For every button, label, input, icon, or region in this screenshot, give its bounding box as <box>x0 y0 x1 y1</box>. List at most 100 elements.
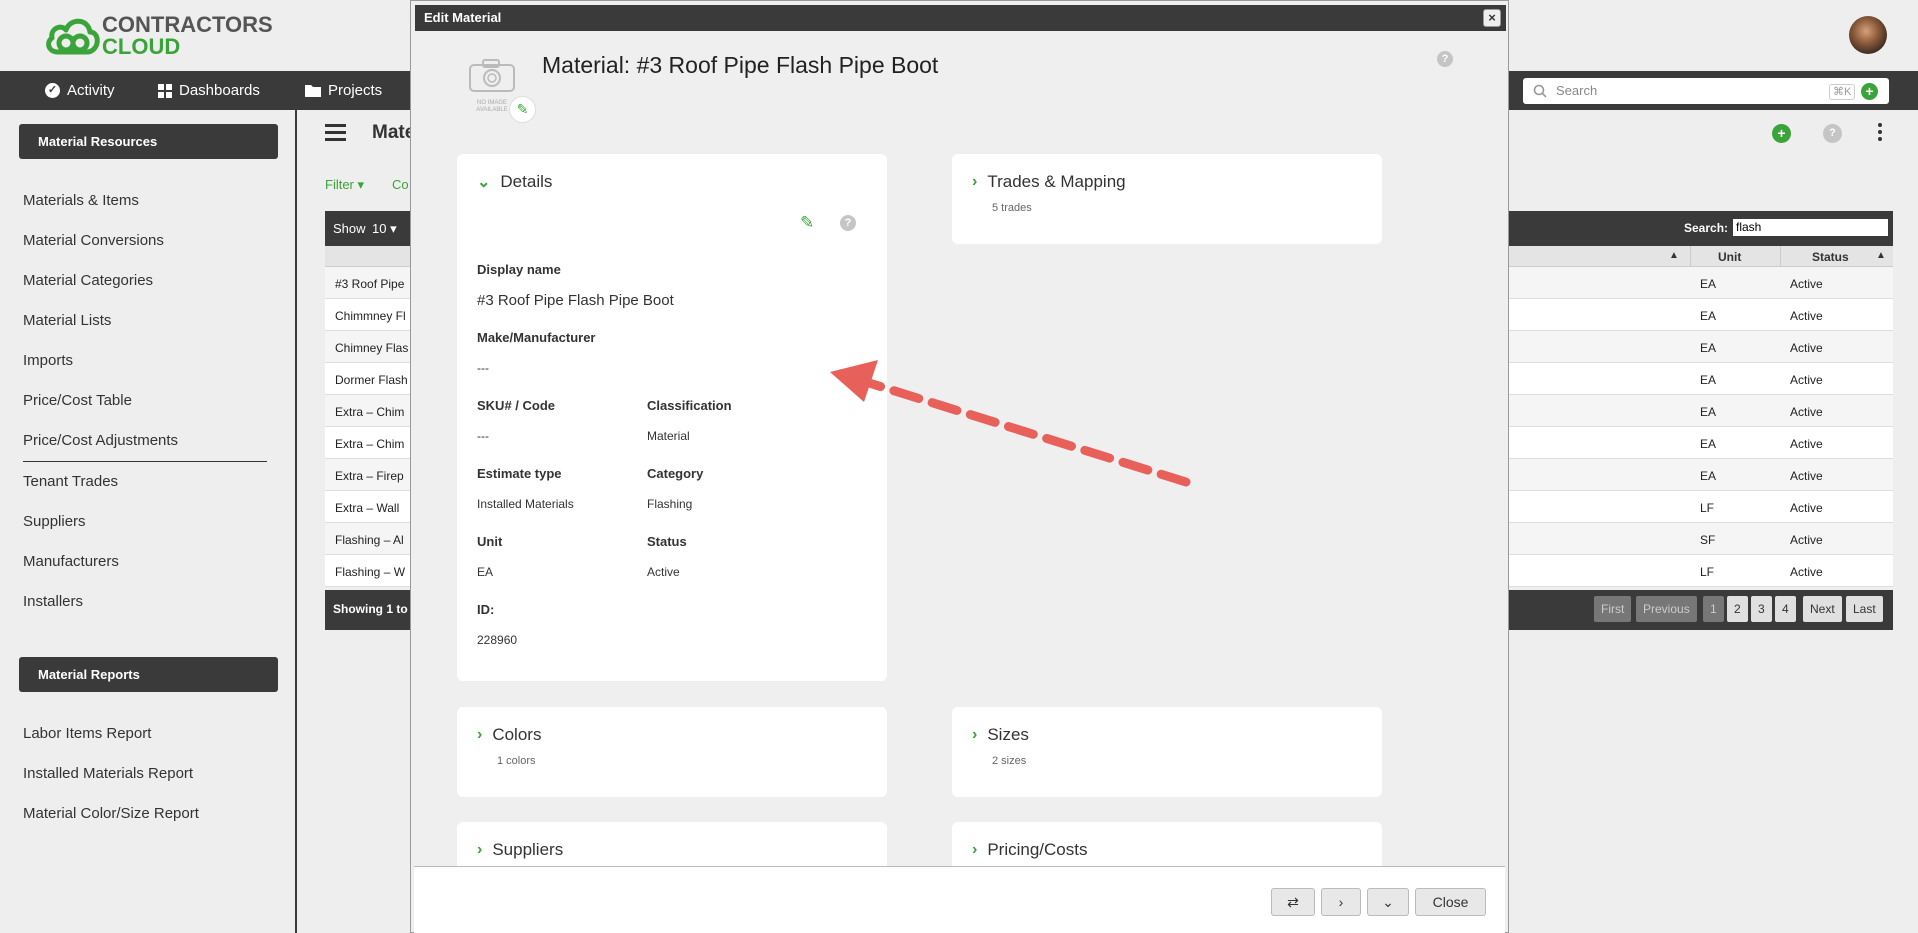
col-unit-header[interactable]: Unit <box>1718 250 1741 264</box>
unit-label: Unit <box>477 534 503 549</box>
colors-header[interactable]: › Colors <box>477 725 541 745</box>
pager-next[interactable]: Next <box>1803 596 1842 622</box>
details-help-icon[interactable]: ? <box>840 215 856 231</box>
row-name: Extra – Chim <box>335 437 405 451</box>
help-icon[interactable]: ? <box>1823 124 1842 143</box>
close-button[interactable]: Close <box>1415 888 1486 916</box>
pager-page-4[interactable]: 4 <box>1775 596 1796 622</box>
row-unit: EA <box>1700 469 1717 483</box>
expand-button[interactable]: ⌄ <box>1367 888 1409 916</box>
chevron-down-icon: ⌄ <box>477 174 491 191</box>
page-size-select[interactable]: 10 ▾ <box>372 221 397 237</box>
pager-page-2[interactable]: 2 <box>1727 596 1748 622</box>
row-name: Extra – Chim <box>335 405 405 419</box>
sidebar-section-material-resources: Material Resources <box>19 124 278 159</box>
colors-card[interactable]: › Colors 1 colors <box>457 707 887 797</box>
sidebar-item-material-categories[interactable]: Material Categories <box>23 272 153 289</box>
sizes-card[interactable]: › Sizes 2 sizes <box>952 707 1382 797</box>
suppliers-header[interactable]: › Suppliers <box>477 840 563 860</box>
cloud-logo-icon <box>46 18 100 55</box>
grid-icon <box>158 83 172 98</box>
col-divider <box>1690 246 1691 267</box>
nav-dashboards[interactable]: Dashboards <box>158 71 260 110</box>
estimate-type-label: Estimate type <box>477 466 562 481</box>
sort-icon[interactable]: ▲ <box>1876 250 1886 261</box>
edit-details-pencil-icon[interactable]: ✎ <box>800 213 814 233</box>
logo-line2: CLOUD <box>102 34 181 59</box>
details-title: Details <box>500 172 553 191</box>
sidebar-item-imports[interactable]: Imports <box>23 352 73 369</box>
hamburger-menu-icon[interactable] <box>325 124 346 141</box>
next-button[interactable]: › <box>1321 888 1361 916</box>
status-label: Status <box>647 534 687 549</box>
classification-label: Classification <box>647 398 732 413</box>
trades-mapping-card[interactable]: › Trades & Mapping 5 trades <box>952 154 1382 244</box>
estimate-type-value: Installed Materials <box>477 497 574 511</box>
modal-help-icon[interactable]: ? <box>1437 51 1453 67</box>
table-search-input[interactable]: flash <box>1733 219 1888 236</box>
swap-button[interactable]: ⇄ <box>1271 888 1315 916</box>
row-name: Extra – Firep <box>335 469 404 483</box>
row-unit: SF <box>1700 533 1716 547</box>
pager-page-1[interactable]: 1 <box>1703 596 1724 622</box>
swap-icon: ⇄ <box>1287 894 1299 910</box>
sidebar-item-installers[interactable]: Installers <box>23 593 83 610</box>
sidebar-item-installed-materials-report[interactable]: Installed Materials Report <box>23 765 193 782</box>
colors-title: Colors <box>492 725 542 744</box>
pricing-header[interactable]: › Pricing/Costs <box>972 840 1087 860</box>
pager-last[interactable]: Last <box>1846 596 1883 622</box>
sidebar-item-price-cost-adjustments[interactable]: Price/Cost Adjustments <box>23 432 178 449</box>
row-unit: EA <box>1700 373 1717 387</box>
sidebar-item-price-cost-table[interactable]: Price/Cost Table <box>23 392 132 409</box>
sidebar: Material Resources Materials & Items Mat… <box>0 110 297 933</box>
chevron-right-icon: › <box>1338 894 1344 910</box>
suppliers-card[interactable]: › Suppliers <box>457 822 887 866</box>
search-shortcut: ⌘K <box>1829 84 1856 100</box>
edit-image-pencil-icon[interactable]: ✎ <box>509 96 536 123</box>
nav-projects[interactable]: Projects <box>305 71 382 110</box>
sidebar-item-material-lists[interactable]: Material Lists <box>23 312 111 329</box>
col-status-header[interactable]: Status <box>1812 250 1849 264</box>
chevron-right-icon: › <box>972 173 978 190</box>
search-placeholder: Search <box>1556 83 1598 98</box>
more-options-icon[interactable] <box>1878 123 1882 141</box>
filter-dropdown[interactable]: Filter ▾ <box>325 177 364 193</box>
pager-previous[interactable]: Previous <box>1636 596 1697 622</box>
sidebar-item-material-conversions[interactable]: Material Conversions <box>23 232 164 249</box>
chevron-right-icon: › <box>972 841 978 858</box>
annotation-arrow <box>830 360 1191 487</box>
row-unit: EA <box>1700 437 1717 451</box>
category-value: Flashing <box>647 497 693 511</box>
row-name: Chimmney Fl <box>335 309 406 323</box>
sort-asc-icon[interactable]: ▲ <box>1669 250 1679 261</box>
logo[interactable]: CONTRACTORS CLOUD <box>102 14 273 58</box>
page-title: Mate <box>372 122 416 143</box>
sidebar-item-manufacturers[interactable]: Manufacturers <box>23 553 119 570</box>
sidebar-item-labor-items-report[interactable]: Labor Items Report <box>23 725 151 742</box>
nav-activity[interactable]: ✓ Activity <box>45 71 115 110</box>
sku-label: SKU# / Code <box>477 398 556 413</box>
sizes-count: 2 sizes <box>992 755 1027 767</box>
camera-icon <box>469 59 515 92</box>
user-avatar[interactable] <box>1849 16 1887 54</box>
add-material-icon[interactable]: + <box>1772 124 1791 143</box>
sidebar-item-suppliers[interactable]: Suppliers <box>23 513 86 530</box>
pricing-title: Pricing/Costs <box>987 840 1088 859</box>
sidebar-divider <box>23 461 267 462</box>
sizes-header[interactable]: › Sizes <box>972 725 1029 745</box>
sidebar-item-tenant-trades[interactable]: Tenant Trades <box>23 473 118 490</box>
columns-link[interactable]: Co <box>392 177 409 192</box>
category-label: Category <box>647 466 704 481</box>
trades-header[interactable]: › Trades & Mapping <box>972 172 1126 192</box>
pager-first[interactable]: First <box>1594 596 1632 622</box>
pager-page-3[interactable]: 3 <box>1751 596 1772 622</box>
pricing-costs-card[interactable]: › Pricing/Costs <box>952 822 1382 866</box>
modal-close-icon[interactable]: × <box>1483 9 1501 27</box>
quick-add-icon[interactable]: + <box>1861 83 1878 100</box>
unit-value: EA <box>477 565 494 579</box>
display-name-value: #3 Roof Pipe Flash Pipe Boot <box>477 292 674 309</box>
details-header[interactable]: ⌄ Details <box>477 172 552 192</box>
sidebar-item-material-color-size-report[interactable]: Material Color/Size Report <box>23 805 199 822</box>
sidebar-item-materials-items[interactable]: Materials & Items <box>23 192 139 209</box>
search-icon <box>1533 84 1547 98</box>
